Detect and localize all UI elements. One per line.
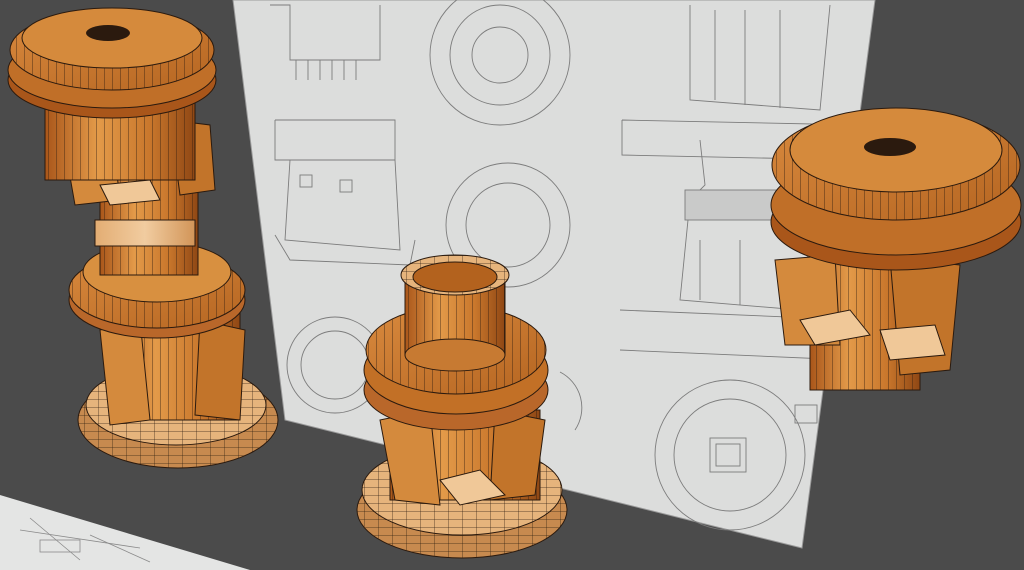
3d-viewport[interactable] (0, 0, 1024, 570)
viewport-scene[interactable] (0, 0, 1024, 570)
